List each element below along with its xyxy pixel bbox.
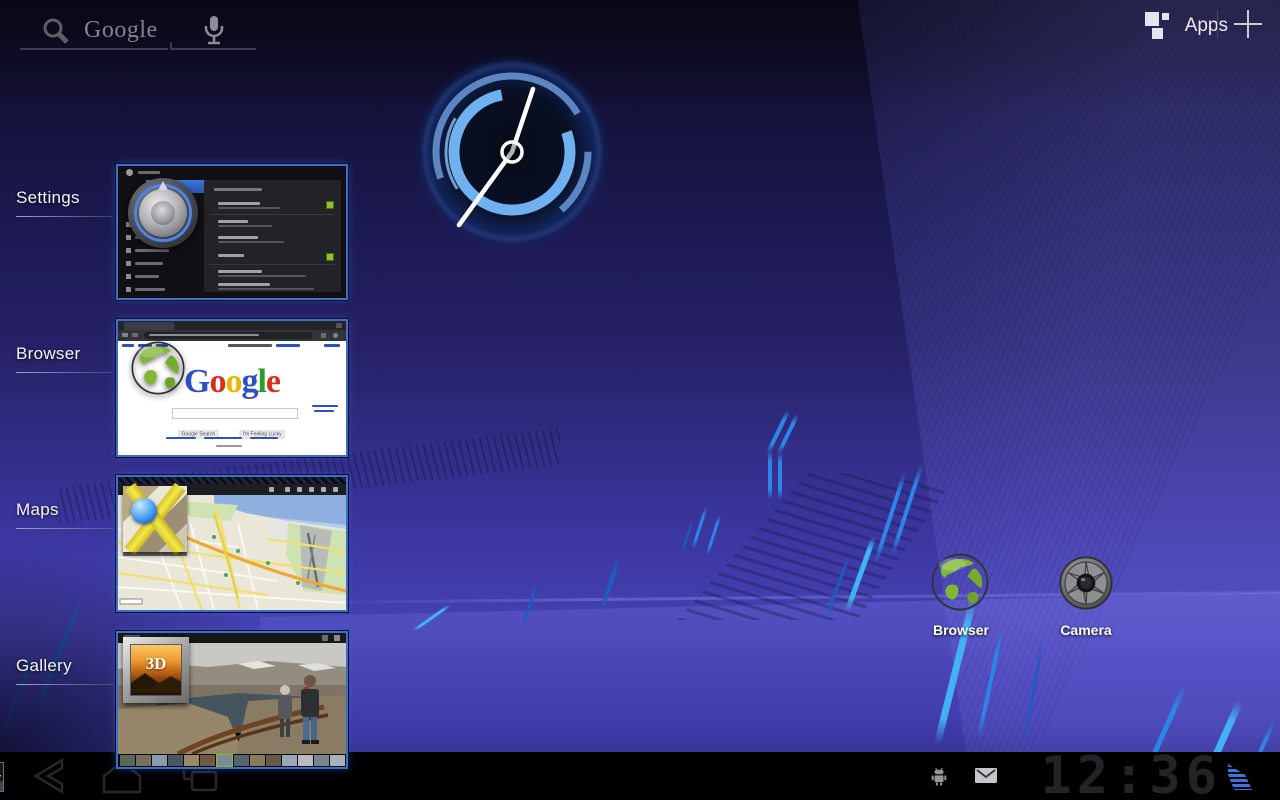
voice-underline	[172, 48, 256, 50]
shortcut-thumbnail-settings[interactable]	[116, 164, 348, 300]
search-logo-text: Google	[84, 17, 158, 44]
wallpaper-streak	[599, 557, 621, 613]
status-clock[interactable]: 12:36	[1040, 746, 1222, 800]
shortcut-underline	[16, 216, 113, 217]
settings-detail-panel	[204, 180, 341, 292]
gallery-3d-badge: 3D	[131, 654, 181, 674]
shortcut-label-settings: Settings	[16, 188, 80, 208]
maps-app-icon	[123, 486, 187, 552]
apps-grid-icon	[1145, 11, 1173, 41]
settings-volume-knob	[128, 178, 198, 248]
shortcut-thumbnail-gallery[interactable]: 3D	[116, 631, 348, 769]
clock-center-hub	[502, 142, 522, 162]
shortcut-label-maps: Maps	[16, 500, 59, 520]
analog-clock-widget[interactable]	[412, 52, 612, 252]
browser-tab-bar	[118, 321, 346, 330]
settings-screenshot	[118, 166, 346, 298]
maps-window-edge	[118, 477, 346, 484]
browser-app-icon[interactable]	[930, 552, 990, 612]
lightning-bolt-icon	[0, 768, 3, 786]
camera-app-icon[interactable]	[1058, 555, 1114, 611]
shortcut-underline	[16, 372, 113, 373]
gallery-filmstrip	[118, 754, 346, 767]
shortcut-label-browser: Browser	[16, 344, 80, 364]
camera-app-label: Camera	[1026, 622, 1146, 638]
wallpaper-streak	[768, 450, 772, 500]
search-icon	[40, 16, 74, 50]
shortcut-thumbnail-maps[interactable]	[116, 475, 348, 612]
google-search-box	[172, 408, 298, 419]
microphone-icon[interactable]	[201, 14, 227, 48]
apps-label: Apps	[1185, 15, 1228, 37]
email-notification-icon[interactable]	[974, 767, 998, 784]
shortcut-underline	[16, 684, 113, 685]
wallpaper-streak	[777, 413, 800, 454]
back-button[interactable]	[20, 752, 80, 800]
wallpaper-streak	[691, 507, 707, 550]
shortcut-underline	[16, 528, 113, 529]
wallpaper-streak	[706, 515, 722, 556]
shortcut-label-gallery: Gallery	[16, 656, 72, 676]
add-widget-plus-icon[interactable]	[1232, 8, 1264, 40]
battery-charging-icon	[0, 762, 4, 792]
wallpaper-streak	[778, 452, 782, 500]
shortcut-thumbnail-browser[interactable]: Google Google SearchI'm Feeling Lucky	[116, 319, 348, 457]
gear-icon	[126, 169, 133, 176]
usb-debugging-android-icon[interactable]	[930, 768, 948, 786]
search-underline	[20, 48, 168, 50]
apps-button[interactable]: Apps	[1145, 8, 1228, 44]
browser-globe-icon	[130, 340, 186, 396]
honeycomb-home-screen: Google Apps	[0, 0, 1280, 800]
browser-app-label: Browser	[901, 622, 1021, 638]
topbar-divider	[1217, 10, 1218, 38]
gallery-app-icon: 3D	[123, 637, 189, 703]
signal-strength-icon	[1228, 764, 1252, 790]
google-search-widget[interactable]: Google	[18, 6, 262, 50]
